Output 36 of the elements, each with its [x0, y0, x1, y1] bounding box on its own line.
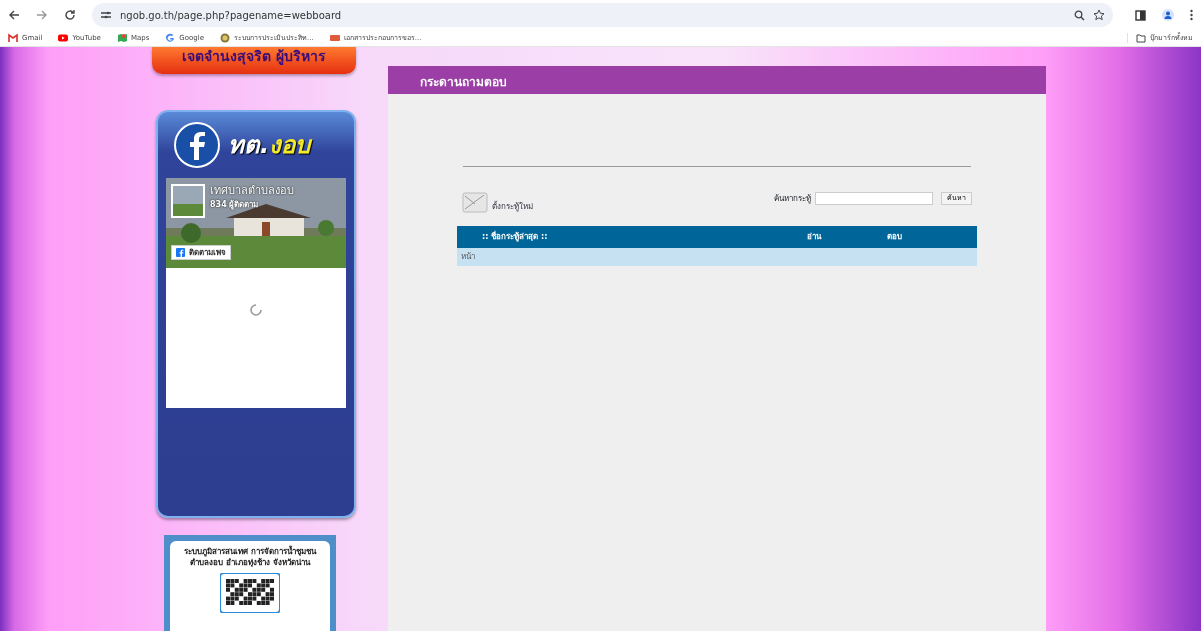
column-header: :: ชื่อกระทู้ล่าสุด :: — [481, 231, 549, 243]
column-header: อ่าน — [807, 231, 823, 243]
more-icon[interactable] — [1190, 9, 1193, 21]
follower-count: 834 ผู้ติดตาม — [210, 199, 259, 211]
address-bar[interactable]: ngob.go.th/page.php?pagename=webboard — [92, 3, 1113, 27]
site-icon — [329, 33, 340, 43]
profile-icon[interactable] — [1162, 9, 1174, 21]
map-icon — [116, 33, 127, 43]
play-icon — [58, 33, 69, 43]
new-topic-link[interactable]: ตั้งกระทู้ใหม่ — [492, 201, 533, 213]
page-label: หน้า — [461, 251, 475, 263]
banner-button[interactable]: เจตจำนงสุจริต ผู้บริหาร — [152, 47, 356, 74]
new-topic-icon — [462, 189, 488, 213]
qr-code-icon — [220, 572, 280, 613]
reload-icon[interactable] — [64, 9, 76, 21]
search-label: ค้นหากระทู้ — [774, 192, 811, 205]
banner-caption: ระบบภูมิสารสนเทศ การจัดการน้ำชุมชน ตำบลงอบ อำเภอทุ่งช้าง จังหวัดน่าน — [183, 547, 318, 569]
zoom-icon[interactable] — [1074, 9, 1085, 21]
follow-page-button[interactable]: ติดตามเพจ — [171, 245, 231, 260]
site-icon — [220, 33, 230, 43]
side-panel-icon[interactable] — [1135, 9, 1146, 21]
logo-text: ทต.งอบ — [228, 130, 311, 161]
facebook-icon — [174, 122, 220, 168]
forward-icon[interactable] — [36, 9, 48, 21]
search-field[interactable] — [815, 192, 933, 205]
site-info-icon[interactable] — [100, 10, 112, 20]
column-header: ตอบ — [887, 231, 903, 243]
page-name: เทศบาลตำบลงอบ — [210, 184, 294, 198]
folder-icon — [1136, 33, 1146, 43]
loading-spinner-icon — [250, 304, 262, 316]
mail-icon — [8, 33, 18, 43]
back-icon[interactable] — [8, 9, 20, 21]
star-icon[interactable] — [1093, 9, 1105, 21]
google-icon — [165, 33, 176, 43]
panel-title: กระดานถามตอบ — [388, 66, 1046, 94]
facebook-icon — [176, 248, 185, 257]
